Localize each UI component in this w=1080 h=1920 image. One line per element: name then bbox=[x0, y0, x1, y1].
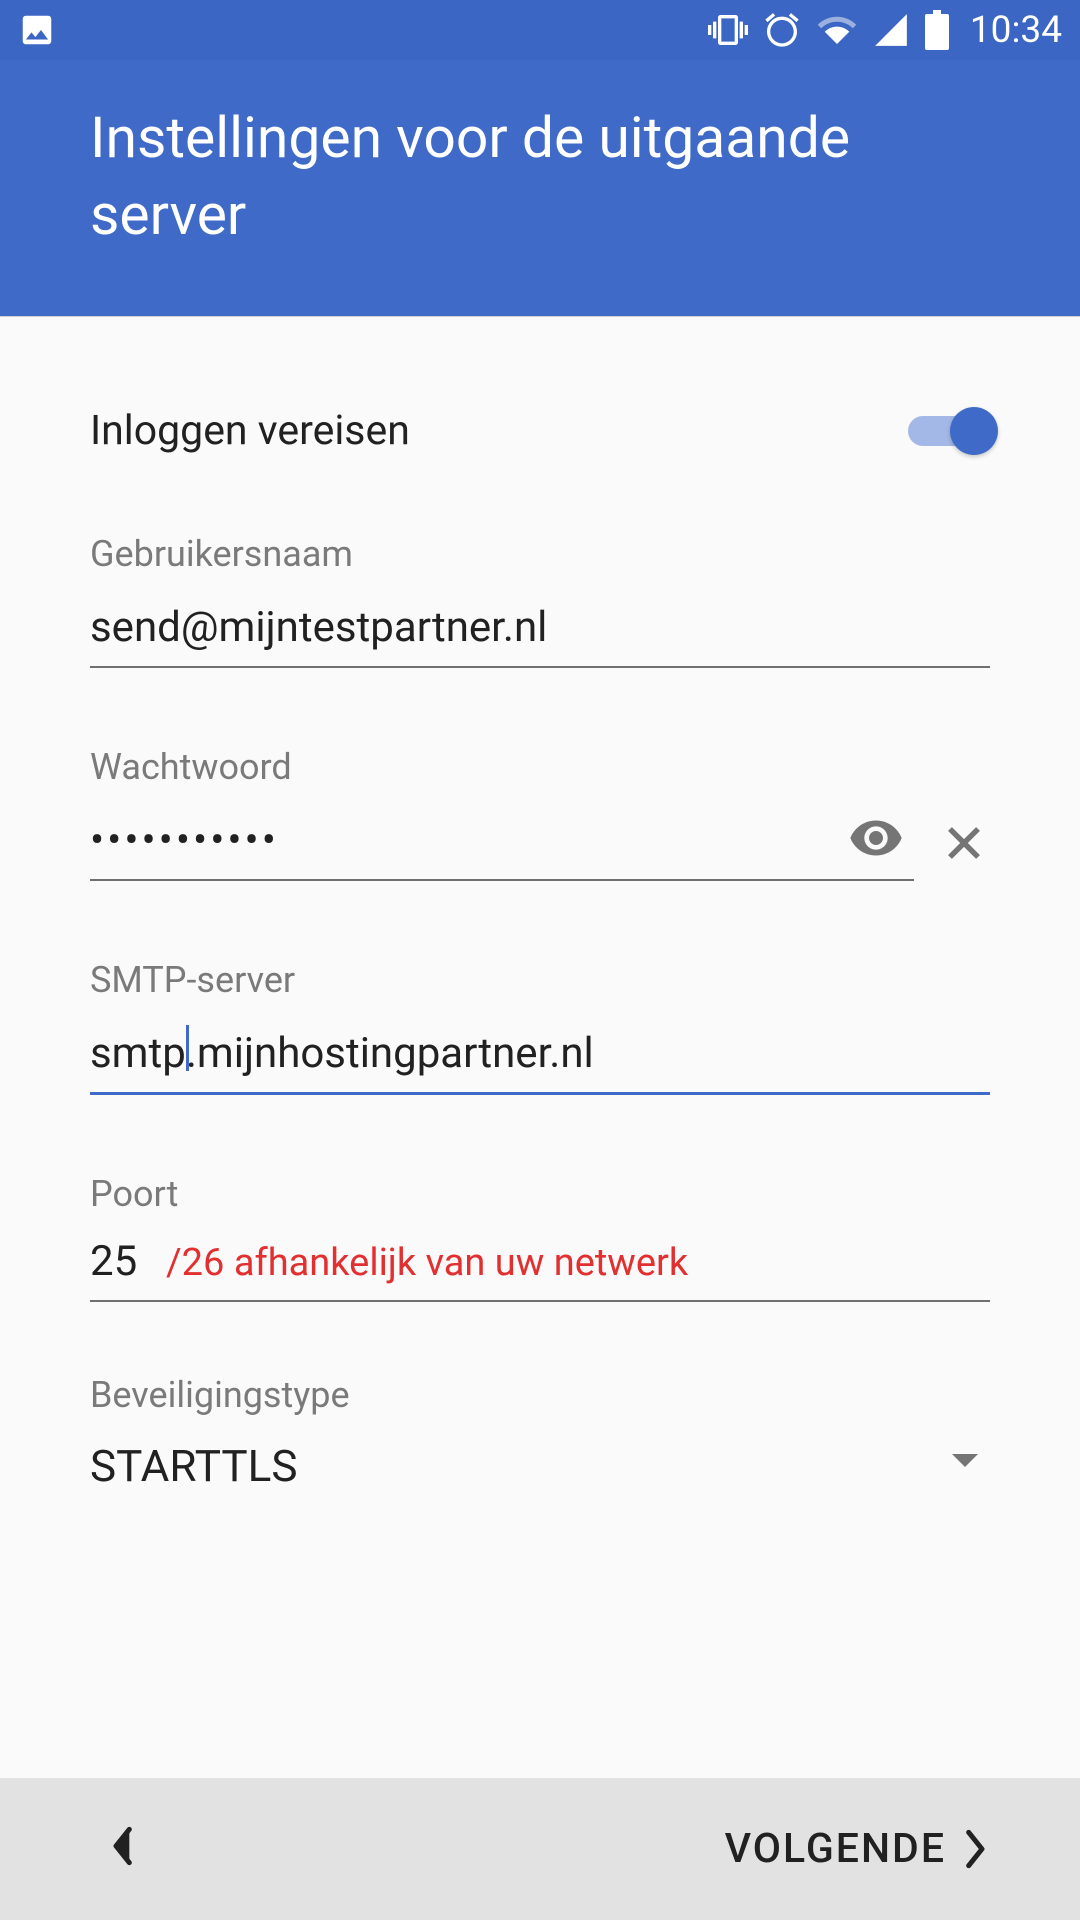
port-field: Poort 25 /26 afhankelijk van uw netwerk bbox=[90, 1173, 990, 1302]
username-field: Gebruikersnaam bbox=[90, 533, 990, 668]
password-input[interactable] bbox=[90, 810, 914, 881]
show-password-icon[interactable] bbox=[848, 810, 904, 870]
page-title: Instellingen voor de uitgaande server bbox=[90, 100, 990, 254]
username-input[interactable] bbox=[90, 597, 990, 668]
require-login-label: Inloggen vereisen bbox=[90, 407, 410, 455]
security-type-value: STARTTLS bbox=[90, 1440, 297, 1492]
username-label: Gebruikersnaam bbox=[90, 533, 990, 575]
battery-icon bbox=[924, 10, 950, 50]
security-type-field: Beveiligingstype STARTTLS bbox=[90, 1374, 990, 1492]
bottom-bar: VOLGENDE bbox=[0, 1778, 1080, 1920]
picture-icon bbox=[18, 11, 56, 49]
vibrate-icon bbox=[708, 10, 748, 50]
chevron-right-icon bbox=[964, 1829, 990, 1869]
next-button-label: VOLGENDE bbox=[725, 1825, 946, 1873]
require-login-row: Inloggen vereisen bbox=[90, 317, 990, 455]
smtp-server-field: SMTP-server bbox=[90, 959, 990, 1095]
smtp-server-label: SMTP-server bbox=[90, 959, 990, 1001]
chevron-down-icon bbox=[952, 1454, 978, 1467]
password-field: Wachtwoord bbox=[90, 746, 990, 881]
password-label: Wachtwoord bbox=[90, 746, 990, 788]
smtp-server-input[interactable] bbox=[90, 1023, 990, 1095]
security-type-label: Beveiligingstype bbox=[90, 1374, 990, 1416]
signal-icon bbox=[872, 11, 910, 49]
status-time: 10:34 bbox=[970, 9, 1062, 52]
port-input[interactable]: 25 /26 afhankelijk van uw netwerk bbox=[90, 1237, 990, 1302]
header: Instellingen voor de uitgaande server bbox=[0, 60, 1080, 317]
port-value: 25 bbox=[90, 1237, 166, 1286]
text-cursor bbox=[186, 1025, 189, 1071]
form-content: Inloggen vereisen Gebruikersnaam Wachtwo… bbox=[0, 317, 1080, 1492]
next-button[interactable]: VOLGENDE bbox=[725, 1825, 990, 1873]
port-note: /26 afhankelijk van uw netwerk bbox=[166, 1241, 688, 1285]
back-button[interactable] bbox=[108, 1821, 134, 1878]
require-login-toggle[interactable] bbox=[908, 407, 998, 455]
status-bar: 10:34 bbox=[0, 0, 1080, 60]
clear-password-icon[interactable] bbox=[938, 817, 990, 873]
port-label: Poort bbox=[90, 1173, 990, 1215]
security-type-select[interactable]: STARTTLS bbox=[90, 1440, 990, 1492]
wifi-icon bbox=[816, 9, 858, 51]
alarm-icon bbox=[762, 10, 802, 50]
